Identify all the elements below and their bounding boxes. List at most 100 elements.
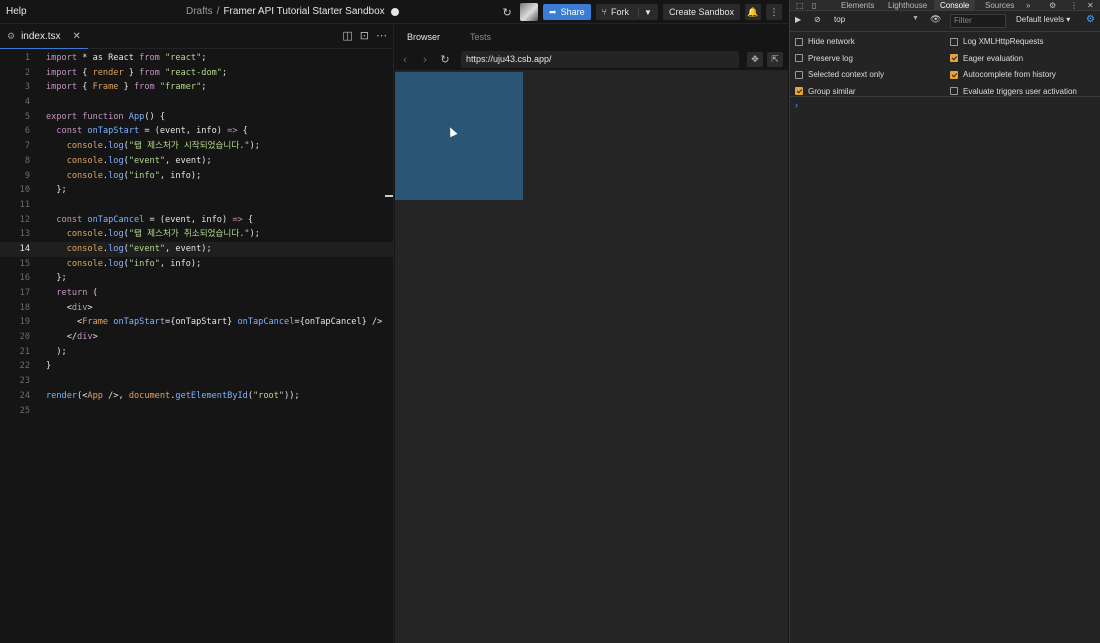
tab-lighthouse[interactable]: Lighthouse: [888, 0, 927, 11]
device-toggle-icon[interactable]: ▯: [812, 0, 816, 11]
code-lines[interactable]: 1 import * as React from "react"; 2 import …: [0, 51, 393, 418]
code-text: import { render } from "react-dom";: [30, 66, 227, 81]
log-levels-dropdown[interactable]: Default levels ▾: [1016, 15, 1070, 24]
code-line[interactable]: 8 console.log("event", event);: [0, 154, 393, 169]
close-icon[interactable]: ✕: [1087, 0, 1094, 11]
console-option[interactable]: Selected context only: [795, 70, 884, 79]
code-line[interactable]: 19 <Frame onTapStart={onTapStart} onTapC…: [0, 315, 393, 330]
code-line[interactable]: 10 };: [0, 183, 393, 198]
preview-area[interactable]: [395, 72, 788, 643]
chevron-down-icon[interactable]: ▼: [912, 15, 919, 22]
code-line[interactable]: 14 console.log("event", event);: [0, 241, 393, 257]
tab-console[interactable]: Console: [934, 0, 976, 11]
sidebar-toggle-icon[interactable]: ▶: [795, 15, 801, 24]
url-input[interactable]: https://uju43.csb.app/: [461, 51, 739, 68]
context-selector[interactable]: top: [834, 15, 845, 24]
console-option[interactable]: Group similar: [795, 87, 856, 96]
code-token: </: [46, 332, 78, 343]
console-option[interactable]: Hide network: [795, 37, 855, 46]
avatar[interactable]: [520, 3, 539, 21]
open-new-window-icon[interactable]: ⇱: [767, 52, 783, 67]
console-option[interactable]: Autocomplete from history: [950, 70, 1056, 79]
code-token: from: [139, 67, 160, 78]
framer-frame[interactable]: [395, 72, 523, 200]
fork-button[interactable]: ⑂ Fork ▼: [595, 4, 658, 20]
code-line[interactable]: 21 );: [0, 345, 393, 360]
console-option[interactable]: Log XMLHttpRequests: [950, 37, 1044, 46]
tab-browser[interactable]: Browser: [407, 32, 440, 42]
gear-icon[interactable]: ⚙: [1049, 0, 1056, 11]
console-option[interactable]: Eager evaluation: [950, 54, 1023, 63]
bell-icon[interactable]: 🔔: [745, 4, 761, 20]
tab-index-tsx[interactable]: ⚙ index.tsx ✕: [0, 24, 88, 49]
code-line[interactable]: 15 console.log("info", info);: [0, 257, 393, 272]
code-line[interactable]: 25: [0, 404, 393, 419]
code-line[interactable]: 20 </div>: [0, 330, 393, 345]
code-editor[interactable]: ⚙ index.tsx ✕ ◫ ⊡ ⋯ 1 import * as React f…: [0, 24, 394, 643]
chevron-down-icon[interactable]: ▼: [638, 7, 652, 17]
forward-icon[interactable]: ›: [415, 54, 435, 66]
checkbox[interactable]: [950, 70, 958, 79]
code-token: onTapCancel: [87, 214, 145, 225]
split-view-icon[interactable]: ◫: [342, 29, 352, 42]
create-sandbox-button[interactable]: Create Sandbox: [662, 4, 740, 20]
checkbox[interactable]: [795, 87, 803, 95]
sandbox-title[interactable]: Framer API Tutorial Starter Sandbox: [223, 6, 384, 17]
code-line[interactable]: 23: [0, 374, 393, 389]
back-icon[interactable]: ‹: [395, 54, 415, 66]
tab-tests[interactable]: Tests: [470, 32, 491, 42]
code-line[interactable]: 16 };: [0, 271, 393, 286]
top-actions: ↻ ➦ Share ⑂ Fork ▼ Create Sandbox 🔔 ⋮: [499, 3, 782, 21]
drafts-link[interactable]: Drafts: [186, 6, 213, 17]
option-label: Group similar: [808, 86, 856, 96]
code-line[interactable]: 5 export function App() {: [0, 110, 393, 125]
tab-elements[interactable]: Elements: [841, 0, 874, 11]
code-line[interactable]: 12 const onTapCancel = (event, info) => …: [0, 213, 393, 228]
option-label: Selected context only: [808, 70, 885, 79]
reload-icon[interactable]: ↻: [499, 4, 515, 20]
code-line[interactable]: 1 import * as React from "react";: [0, 51, 393, 66]
code-line[interactable]: 18 <div>: [0, 301, 393, 316]
checkbox[interactable]: [950, 54, 958, 62]
more-icon[interactable]: ⋮: [1070, 0, 1078, 11]
code-line[interactable]: 2 import { render } from "react-dom";: [0, 66, 393, 81]
checkbox[interactable]: [795, 70, 803, 79]
code-line[interactable]: 4: [0, 95, 393, 110]
code-line[interactable]: 13 console.log("탭 제스처가 취소되었습니다.");: [0, 227, 393, 242]
more-tabs-icon[interactable]: »: [1026, 0, 1030, 11]
close-icon[interactable]: ✕: [73, 31, 81, 42]
devtools-toggle-icon[interactable]: ✥: [747, 52, 763, 67]
refresh-icon[interactable]: ↻: [435, 53, 455, 66]
code-line[interactable]: 24 render(<App />, document.getElementByI…: [0, 389, 393, 404]
code-token: div: [77, 332, 93, 343]
more-icon[interactable]: ⋮: [766, 4, 782, 20]
code-line[interactable]: 3 import { Frame } from "framer";: [0, 80, 393, 95]
eye-icon[interactable]: 👁: [930, 14, 941, 25]
checkbox[interactable]: [795, 54, 803, 62]
console-settings-icon[interactable]: ⚙: [1086, 14, 1095, 25]
checkbox[interactable]: [795, 37, 803, 46]
inspect-icon[interactable]: ⬚: [796, 0, 804, 11]
checkbox[interactable]: [950, 87, 958, 95]
clear-console-icon[interactable]: ⊘: [814, 15, 821, 24]
filter-input[interactable]: Filter: [950, 14, 1006, 28]
code-token: export function: [46, 111, 124, 122]
console-prompt[interactable]: ›: [795, 100, 798, 110]
tab-sources[interactable]: Sources: [985, 0, 1014, 11]
console-option[interactable]: Evaluate triggers user activation: [950, 87, 1077, 96]
checkbox[interactable]: [950, 37, 958, 46]
code-line[interactable]: 22}: [0, 359, 393, 374]
code-line[interactable]: 7 console.log("탭 제스처가 시작되었습니다.");: [0, 139, 393, 154]
help-menu[interactable]: Help: [6, 6, 27, 17]
code-line[interactable]: 6 const onTapStart = (event, info) => {: [0, 124, 393, 139]
code-line[interactable]: 9 console.log("info", info);: [0, 169, 393, 184]
code-text: <div>: [30, 301, 93, 316]
code-line[interactable]: 11: [0, 198, 393, 213]
more-icon[interactable]: ⋯: [376, 29, 387, 42]
code-line[interactable]: 17 return (: [0, 286, 393, 301]
preview-icon[interactable]: ⊡: [360, 29, 369, 42]
share-button[interactable]: ➦ Share: [543, 4, 591, 20]
console-option[interactable]: Preserve log: [795, 54, 853, 63]
